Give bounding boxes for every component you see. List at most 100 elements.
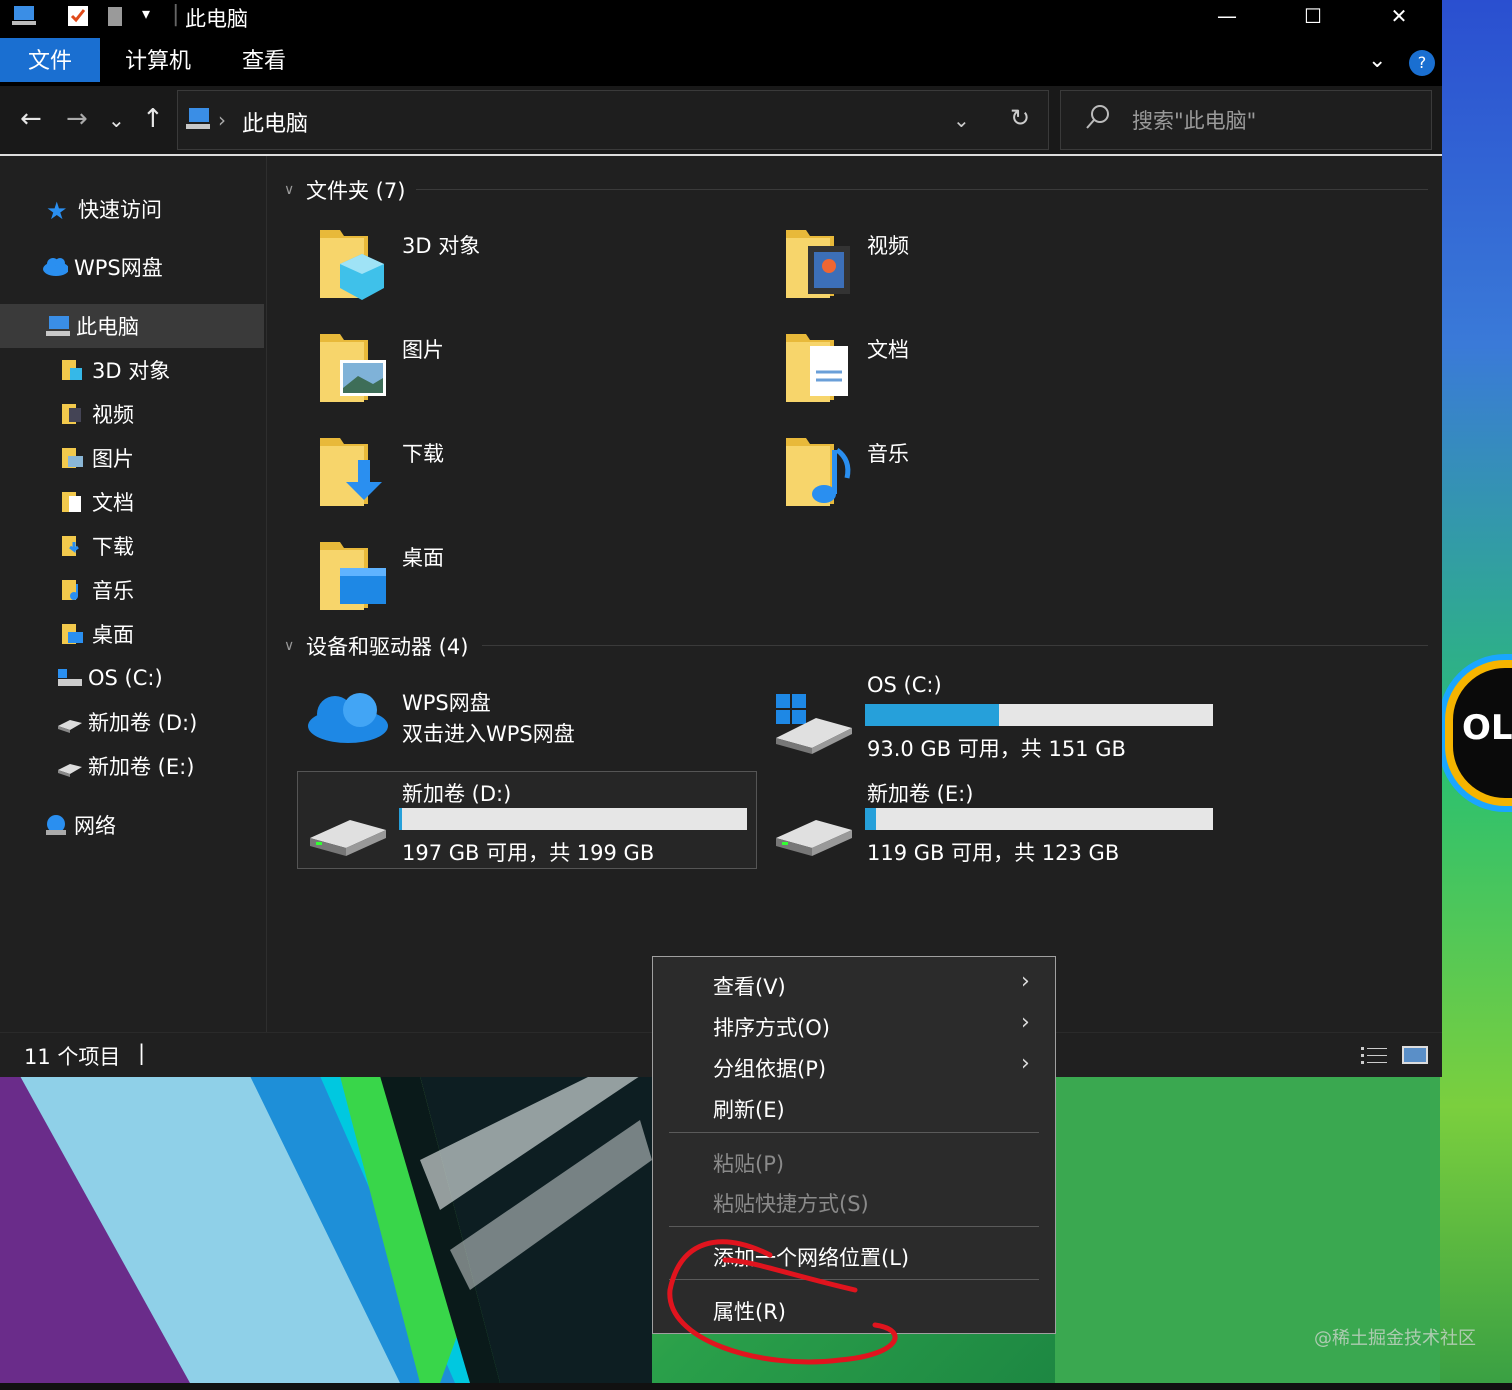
folder-pictures-icon [62,448,83,468]
menu-item-group-by[interactable]: 分组依据(P) [713,1053,826,1083]
minimize-button[interactable]: — [1199,0,1255,32]
sidebar-item-label: 快速访问 [78,198,162,222]
sidebar-item-network[interactable]: 网络 [42,805,264,845]
folder-desktop[interactable]: 桌面 [402,542,444,572]
breadcrumb-this-pc[interactable]: 此电脑 [242,106,308,138]
folder-documents-icon [786,334,848,402]
refresh-icon[interactable]: ↻ [1010,104,1030,132]
drive-icon [776,820,852,856]
chevron-right-icon: › [1021,1010,1030,1035]
menu-item-add-network-location[interactable]: 添加一个网络位置(L) [713,1242,909,1272]
help-button[interactable]: ? [1409,50,1435,76]
folder-music[interactable]: 音乐 [867,438,909,468]
close-button[interactable]: ✕ [1371,0,1427,32]
folder-3d-icon [320,230,384,300]
wallpaper-badge-text: OL [1462,708,1512,748]
sidebar-item-label: 3D 对象 [92,359,171,383]
cloud-icon [43,258,68,276]
folder-downloads[interactable]: 下载 [402,438,444,468]
folder-documents[interactable]: 文档 [867,334,909,364]
address-dropdown-icon[interactable]: ⌄ [953,108,970,132]
folder-videos[interactable]: 视频 [867,230,909,260]
maximize-button[interactable]: ☐ [1285,0,1341,32]
devices-heading[interactable]: 设备和驱动器 (4) [306,631,468,661]
wps-cloud-subtitle: 双击进入WPS网盘 [402,722,575,746]
drive-d-usage-fill [399,808,403,830]
sidebar-item-music[interactable]: 音乐 [60,570,264,610]
sidebar-item-drive-e[interactable]: 新加卷 (E:) [56,746,264,786]
folder-desktop-icon [320,542,386,610]
back-button[interactable]: ← [20,104,42,134]
tab-file[interactable]: 文件 [0,38,100,82]
drive-c-usage-fill [865,704,999,726]
folder-music-icon [786,438,851,506]
drive-c-space: 93.0 GB 可用，共 151 GB [867,737,1126,761]
recent-locations-button[interactable]: ⌄ [108,108,125,132]
devices-collapse-icon[interactable]: ∨ [284,638,294,654]
sidebar-item-label: 文档 [92,491,134,515]
search-input[interactable] [1130,100,1424,142]
sidebar-item-this-pc[interactable]: 此电脑 [0,304,264,348]
sidebar-item-desktop[interactable]: 桌面 [60,614,264,654]
drive-e-usage-bar [865,808,1213,830]
computer-icon[interactable] [10,4,38,28]
folder-pictures[interactable]: 图片 [402,334,444,364]
quick-access-dropdown-icon[interactable]: ▾ [142,4,150,23]
chevron-right-icon: › [1021,969,1030,994]
ribbon [0,32,1442,86]
folder-3d-objects[interactable]: 3D 对象 [402,230,480,260]
sidebar-item-3d-objects[interactable]: 3D 对象 [60,350,264,390]
tab-computer[interactable]: 计算机 [113,38,203,82]
sidebar-item-videos[interactable]: 视频 [60,394,264,434]
sidebar-item-label: 网络 [74,814,116,838]
context-menu: 查看(V) › 排序方式(O) › 分组依据(P) › 刷新(E) 粘贴(P) … [652,956,1056,1334]
menu-item-view[interactable]: 查看(V) [713,971,786,1001]
menu-item-sort-by[interactable]: 排序方式(O) [713,1012,830,1042]
folder-3d-icon [62,360,82,380]
sidebar-item-label: WPS网盘 [74,256,163,280]
ribbon-expand-icon[interactable]: ⌄ [1368,48,1386,73]
sidebar-item-drive-c[interactable]: OS (C:) [56,658,264,698]
sidebar-item-downloads[interactable]: 下载 [60,526,264,566]
large-icons-view-icon[interactable] [1401,1044,1429,1066]
sidebar-item-quick-access[interactable]: ★ 快速访问 [46,189,264,229]
up-button[interactable]: ↑ [142,104,164,134]
folder-video-icon [786,230,850,298]
drive-d-label: 新加卷 (D:) [402,782,512,806]
menu-item-properties[interactable]: 属性(R) [713,1296,786,1326]
folders-collapse-icon[interactable]: ∨ [284,182,294,198]
system-drive-icon [776,694,852,754]
item-count: 11 个项目 [24,1045,121,1069]
watermark: @稀土掘金技术社区 [1314,1328,1476,1349]
sidebar-item-drive-d[interactable]: 新加卷 (D:) [56,702,264,742]
menu-separator [669,1226,1039,1227]
folder-music-icon [62,580,78,600]
sidebar-item-wps-cloud[interactable]: WPS网盘 [42,247,264,287]
drive-e-label: 新加卷 (E:) [867,782,974,806]
forward-button[interactable]: → [66,104,88,134]
star-icon: ★ [46,197,68,225]
folders-heading[interactable]: 文件夹 (7) [306,175,405,205]
sidebar-item-label: 新加卷 (E:) [88,755,195,779]
title-bar[interactable]: ▾ | 此电脑 — ☐ ✕ [0,0,1442,32]
sidebar-item-pictures[interactable]: 图片 [60,438,264,478]
menu-item-refresh[interactable]: 刷新(E) [713,1094,785,1124]
wps-cloud-label: WPS网盘 [402,691,491,715]
tab-view[interactable]: 查看 [225,38,303,82]
menu-item-paste: 粘贴(P) [713,1152,785,1176]
sidebar-item-label: 桌面 [92,623,134,647]
folder-desktop-icon [62,624,83,644]
sidebar-item-documents[interactable]: 文档 [60,482,264,522]
system-drive-icon [58,669,82,686]
new-folder-icon[interactable] [104,4,128,28]
folder-pictures-icon [320,334,386,402]
drive-e-usage-fill [865,808,877,830]
drive-icon [58,720,82,733]
drive-d-space: 197 GB 可用，共 199 GB [402,841,655,865]
folder-downloads-icon [320,438,382,506]
properties-checkbox-icon[interactable] [66,4,90,28]
details-view-icon[interactable] [1360,1045,1388,1067]
sidebar-item-label: 音乐 [92,579,134,603]
sidebar-item-label: 新加卷 (D:) [88,711,198,735]
breadcrumb-separator: › [218,108,226,132]
